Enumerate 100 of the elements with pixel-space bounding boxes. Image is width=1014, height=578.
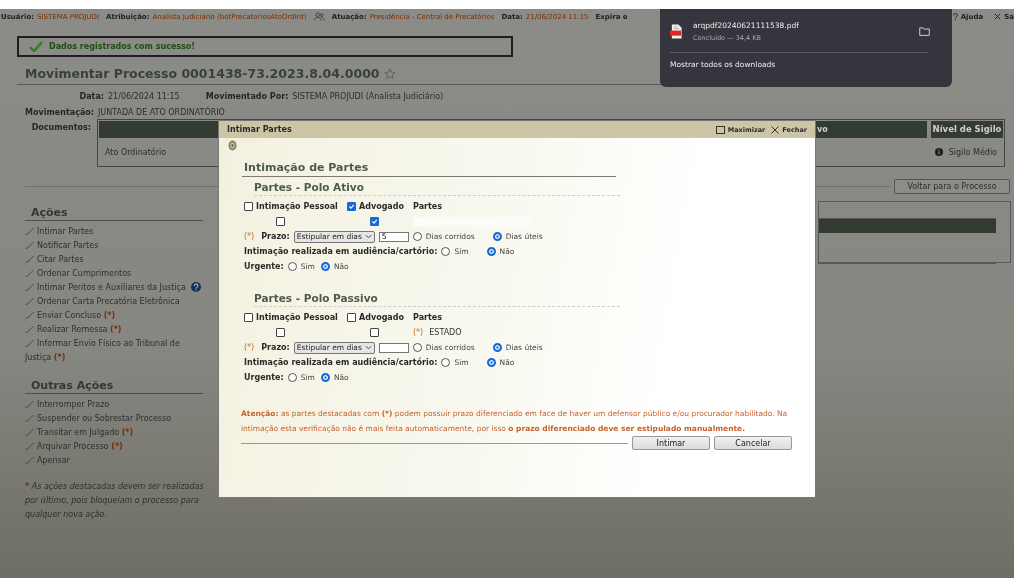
folder-icon[interactable] <box>919 27 930 36</box>
pencil-icon <box>25 227 35 235</box>
document-link[interactable]: Ato Ordinatório <box>105 147 167 157</box>
section-title: Partes - Polo Ativo <box>254 181 620 196</box>
action-link[interactable]: Realizar Remessa (*) <box>25 323 205 337</box>
pencil-icon <box>25 255 35 263</box>
pdf-file-icon <box>670 24 683 39</box>
help-icon[interactable] <box>191 282 202 292</box>
radio-button[interactable] <box>486 358 496 367</box>
column-label: Partes <box>413 202 442 211</box>
success-text: Dados registrados com sucesso! <box>49 42 195 51</box>
action-link[interactable]: Transitar em Julgado (*) <box>25 426 205 440</box>
checkbox[interactable] <box>347 313 356 322</box>
pencil-icon <box>25 283 35 291</box>
pencil-icon <box>25 456 35 464</box>
info-value: SISTEMA PROJUDI (Analista Judiciário) <box>292 92 444 101</box>
pencil-icon <box>25 400 35 408</box>
action-link[interactable]: Enviar Concluso (*) <box>25 309 205 323</box>
field-label: Intimação realizada em audiência/cartório: <box>244 358 438 367</box>
checkbox[interactable] <box>276 328 285 337</box>
seal-icon <box>228 140 237 151</box>
field-label: Prazo: <box>261 232 290 241</box>
info-label: Movimentado Por: <box>205 92 290 101</box>
section-title: Partes - Polo Passivo <box>254 292 620 307</box>
footnote: * As ações destacadas devem ser realizadas por último, pois bloqueiam o processo para qualquer nova ação. <box>25 481 205 521</box>
action-link[interactable]: Apensar <box>25 454 205 468</box>
pencil-icon <box>25 414 35 422</box>
required-mark: (*) <box>244 232 255 241</box>
checkbox[interactable] <box>369 328 379 337</box>
help-icon[interactable] <box>952 12 958 21</box>
required-mark: (*) <box>244 343 255 352</box>
radio-button[interactable] <box>441 358 451 367</box>
action-link[interactable]: Informar Envio Físico ao Tribunal de Justiça (*) <box>25 337 205 365</box>
action-link[interactable]: Interromper Prazo <box>25 398 205 412</box>
pencil-icon <box>25 339 35 347</box>
action-link[interactable]: Notificar Partes <box>25 239 205 253</box>
action-link[interactable]: Intimar Partes <box>25 225 205 239</box>
action-link[interactable]: Citar Partes <box>25 253 205 267</box>
dialog-heading: Intimação de Partes <box>242 161 616 177</box>
action-link[interactable]: Ordenar Carta Precatória Eletrônica <box>25 295 205 309</box>
caret-icon <box>364 345 372 350</box>
field-label: Urgente: <box>244 373 284 382</box>
checkbox[interactable] <box>244 202 253 211</box>
field-label: Prazo: <box>261 343 290 352</box>
page-title: Movimentar Processo 0001438-73.2023.8.04.0000 <box>25 66 380 81</box>
info-label: Movimentação: <box>24 108 95 117</box>
radio-button[interactable] <box>486 247 496 256</box>
column-label: Intimação Pessoal <box>256 313 338 322</box>
caret-icon <box>364 234 372 239</box>
close-icon <box>771 125 780 134</box>
pencil-icon <box>25 442 35 450</box>
info-value: 21/06/2024 11:15 <box>108 92 180 101</box>
action-link[interactable]: Suspender ou Sobrestar Processo <box>25 412 205 426</box>
checkbox[interactable] <box>276 217 285 226</box>
star-icon[interactable] <box>383 67 396 80</box>
radio-button[interactable] <box>320 262 330 271</box>
info-label: Data: <box>78 92 105 101</box>
pencil-icon <box>25 241 35 249</box>
info-icon <box>934 148 943 156</box>
cancel-button[interactable]: Cancelar <box>714 436 792 450</box>
action-link[interactable]: Intimar Peritos e Auxiliares da Justiça <box>25 281 205 295</box>
required-mark: (*) <box>413 328 424 337</box>
radio-button[interactable] <box>320 373 330 382</box>
maximize-icon <box>715 125 725 134</box>
radio-button[interactable] <box>412 232 422 241</box>
radio-button[interactable] <box>441 247 451 256</box>
radio-button[interactable] <box>287 262 297 271</box>
column-label: Intimação Pessoal <box>256 202 338 211</box>
info-label: Documentos: <box>30 123 92 132</box>
action-link[interactable]: Ordenar Cumprimentos <box>25 267 205 281</box>
submit-button[interactable]: Intimar <box>632 436 710 450</box>
secrecy-level: Sigilo Médio <box>948 147 997 157</box>
field-label: Urgente: <box>244 262 284 271</box>
checkbox[interactable] <box>369 217 379 226</box>
radio-button[interactable] <box>492 232 502 241</box>
section-heading: Outras Ações <box>25 379 203 394</box>
pencil-icon <box>25 269 35 277</box>
info-value: JUNTADA DE ATO ORDINATÓRIO <box>98 108 225 117</box>
days-input[interactable] <box>378 342 409 353</box>
pencil-icon <box>25 311 35 319</box>
pencil-icon <box>25 325 35 333</box>
column-header: Nível de Sigilo <box>931 121 1003 138</box>
check-icon <box>29 41 43 52</box>
radio-button[interactable] <box>492 343 502 352</box>
radio-button[interactable] <box>412 343 422 352</box>
checkbox[interactable] <box>347 202 356 211</box>
checkbox[interactable] <box>244 313 253 322</box>
people-icon[interactable] <box>313 12 325 21</box>
column-label: Partes <box>413 313 442 322</box>
pencil-icon <box>25 297 35 305</box>
back-button[interactable]: Voltar para o Processo <box>894 179 1010 194</box>
party-name: ESTADO <box>429 328 462 337</box>
pencil-icon <box>25 428 35 436</box>
radio-button[interactable] <box>287 373 297 382</box>
column-label: Advogado <box>359 202 404 211</box>
dialog-title: Intimar Partes <box>227 125 292 134</box>
section-heading: Ações <box>25 206 203 221</box>
field-label: Intimação realizada em audiência/cartório: <box>244 247 438 256</box>
action-link[interactable]: Arquivar Processo (*) <box>25 440 205 454</box>
close-icon[interactable] <box>994 13 1002 20</box>
